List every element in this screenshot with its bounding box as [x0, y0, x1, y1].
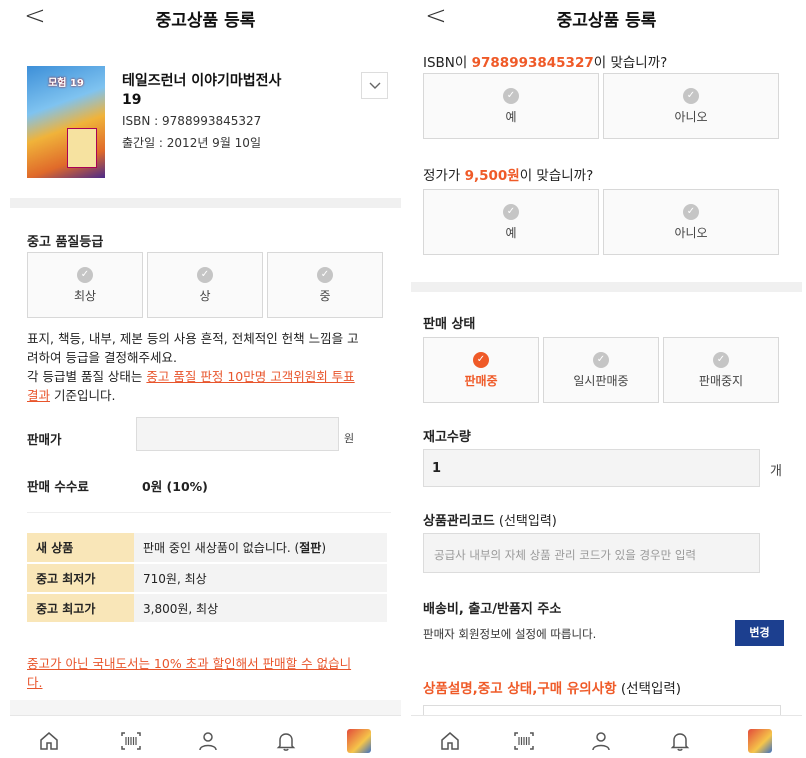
grade-description: 표지, 책등, 내부, 제본 등의 사용 흔적, 전체적인 헌책 느낌을 고 려… [27, 331, 359, 403]
product-code-input[interactable]: 공급사 내부의 자체 상품 관리 코드가 있을 경우만 입력 [423, 533, 760, 573]
book-cover-title: 모험 19 [48, 78, 84, 89]
grade-option-best[interactable]: ✓ 최상 [27, 252, 143, 318]
right-screen: < 중고상품 등록 ISBN이 9788993845327이 맞습니까? ✓ 예… [411, 0, 802, 758]
price-options: ✓ 예 ✓ 아니오 [423, 189, 779, 255]
home-icon[interactable] [438, 729, 462, 753]
book-isbn: ISBN : 9788993845327 [122, 114, 262, 128]
price-info-table: 새 상품 판매 중인 새상품이 없습니다. (절판) 중고 최저가 710원, … [27, 533, 387, 624]
profile-thumb-icon[interactable] [748, 729, 772, 753]
grade-label: 중고 품질등급 [27, 235, 104, 250]
price-unit: 원 [344, 432, 355, 445]
grade-options: ✓ 최상 ✓ 상 ✓ 중 [27, 252, 383, 318]
divider [411, 282, 802, 292]
check-icon: ✓ [473, 351, 489, 368]
fee-label: 판매 수수료 [27, 479, 89, 494]
book-title: 테일즈런너 이야기마법전사 19 [122, 73, 282, 108]
person-icon[interactable] [196, 729, 220, 753]
profile-thumb-icon[interactable] [347, 729, 371, 753]
header: < 중고상품 등록 [411, 0, 802, 36]
check-icon: ✓ [197, 266, 213, 283]
barcode-icon[interactable] [512, 729, 536, 753]
grade-criteria-link-cont[interactable]: 결과 [27, 388, 50, 403]
isbn-question: ISBN이 9788993845327이 맞습니까? [423, 55, 668, 71]
table-row: 중고 최저가 710원, 최상 [27, 563, 387, 594]
expand-button[interactable] [361, 72, 388, 99]
sale-status-options: ✓ 판매중 ✓ 일시판매중 ✓ 판매중지 [423, 337, 779, 403]
price-yes-option[interactable]: ✓ 예 [423, 189, 599, 255]
grade-option-fair[interactable]: ✓ 중 [267, 252, 383, 318]
cover-art-icon [67, 128, 97, 168]
stock-unit: 개 [770, 464, 782, 479]
sale-status-label: 판매 상태 [423, 317, 476, 332]
person-icon[interactable] [589, 729, 613, 753]
check-icon: ✓ [503, 203, 519, 220]
header: < 중고상품 등록 [10, 0, 401, 36]
status-option-on-sale[interactable]: ✓ 판매중 [423, 337, 539, 403]
check-icon: ✓ [683, 203, 699, 220]
divider [27, 512, 391, 513]
bottom-nav [411, 715, 802, 758]
product-desc-input[interactable] [423, 705, 781, 715]
check-icon: ✓ [317, 266, 333, 283]
chevron-down-icon [369, 82, 380, 89]
check-icon: ✓ [683, 87, 699, 104]
left-screen: < 중고상품 등록 모험 19 테일즈런너 이야기마법전사 19 ISBN : … [10, 0, 401, 758]
change-button[interactable]: 변경 [735, 620, 784, 646]
bell-icon[interactable] [274, 729, 298, 753]
divider [10, 198, 401, 208]
price-no-option[interactable]: ✓ 아니오 [603, 189, 779, 255]
page-title: 중고상품 등록 [155, 11, 256, 31]
home-icon[interactable] [37, 729, 61, 753]
isbn-options: ✓ 예 ✓ 아니오 [423, 73, 779, 139]
code-label: 상품관리코드 (선택입력) [423, 514, 557, 529]
status-option-stopped[interactable]: ✓ 판매중지 [663, 337, 779, 403]
grade-option-good[interactable]: ✓ 상 [147, 252, 263, 318]
shipping-label: 배송비, 출고/반품지 주소 [423, 602, 562, 617]
check-icon: ✓ [593, 351, 609, 368]
page-title: 중고상품 등록 [556, 11, 657, 31]
stock-label: 재고수량 [423, 430, 471, 445]
isbn-yes-option[interactable]: ✓ 예 [423, 73, 599, 139]
table-row: 중고 최고가 3,800원, 최상 [27, 593, 387, 624]
price-input[interactable] [136, 417, 339, 451]
book-cover: 모험 19 [27, 66, 105, 178]
shipping-desc: 판매자 회원정보에 설정에 따릅니다. [423, 627, 597, 641]
discount-warning: 중고가 아닌 국내도서는 10% 초과 할인해서 판매할 수 없습니 다. [27, 656, 352, 690]
status-option-paused[interactable]: ✓ 일시판매중 [543, 337, 659, 403]
check-icon: ✓ [503, 87, 519, 104]
stock-input[interactable]: 1 [423, 449, 760, 487]
check-icon: ✓ [713, 351, 729, 368]
price-question: 정가가 9,500원이 맞습니까? [423, 168, 594, 184]
check-icon: ✓ [77, 266, 93, 283]
product-desc-label: 상품설명,중고 상태,구매 유의사항 (선택입력) [423, 681, 682, 697]
grade-criteria-link[interactable]: 중고 품질 판정 10만명 고객위원회 투표 [146, 369, 354, 384]
table-row: 새 상품 판매 중인 새상품이 없습니다. (절판) [27, 533, 387, 564]
fee-value: 0원 (10%) [142, 479, 208, 494]
bell-icon[interactable] [668, 729, 692, 753]
book-pubdate: 출간일 : 2012년 9월 10일 [122, 136, 261, 150]
isbn-no-option[interactable]: ✓ 아니오 [603, 73, 779, 139]
divider [10, 700, 401, 715]
bottom-nav [10, 715, 401, 758]
barcode-icon[interactable] [119, 729, 143, 753]
price-label: 판매가 [27, 432, 62, 447]
